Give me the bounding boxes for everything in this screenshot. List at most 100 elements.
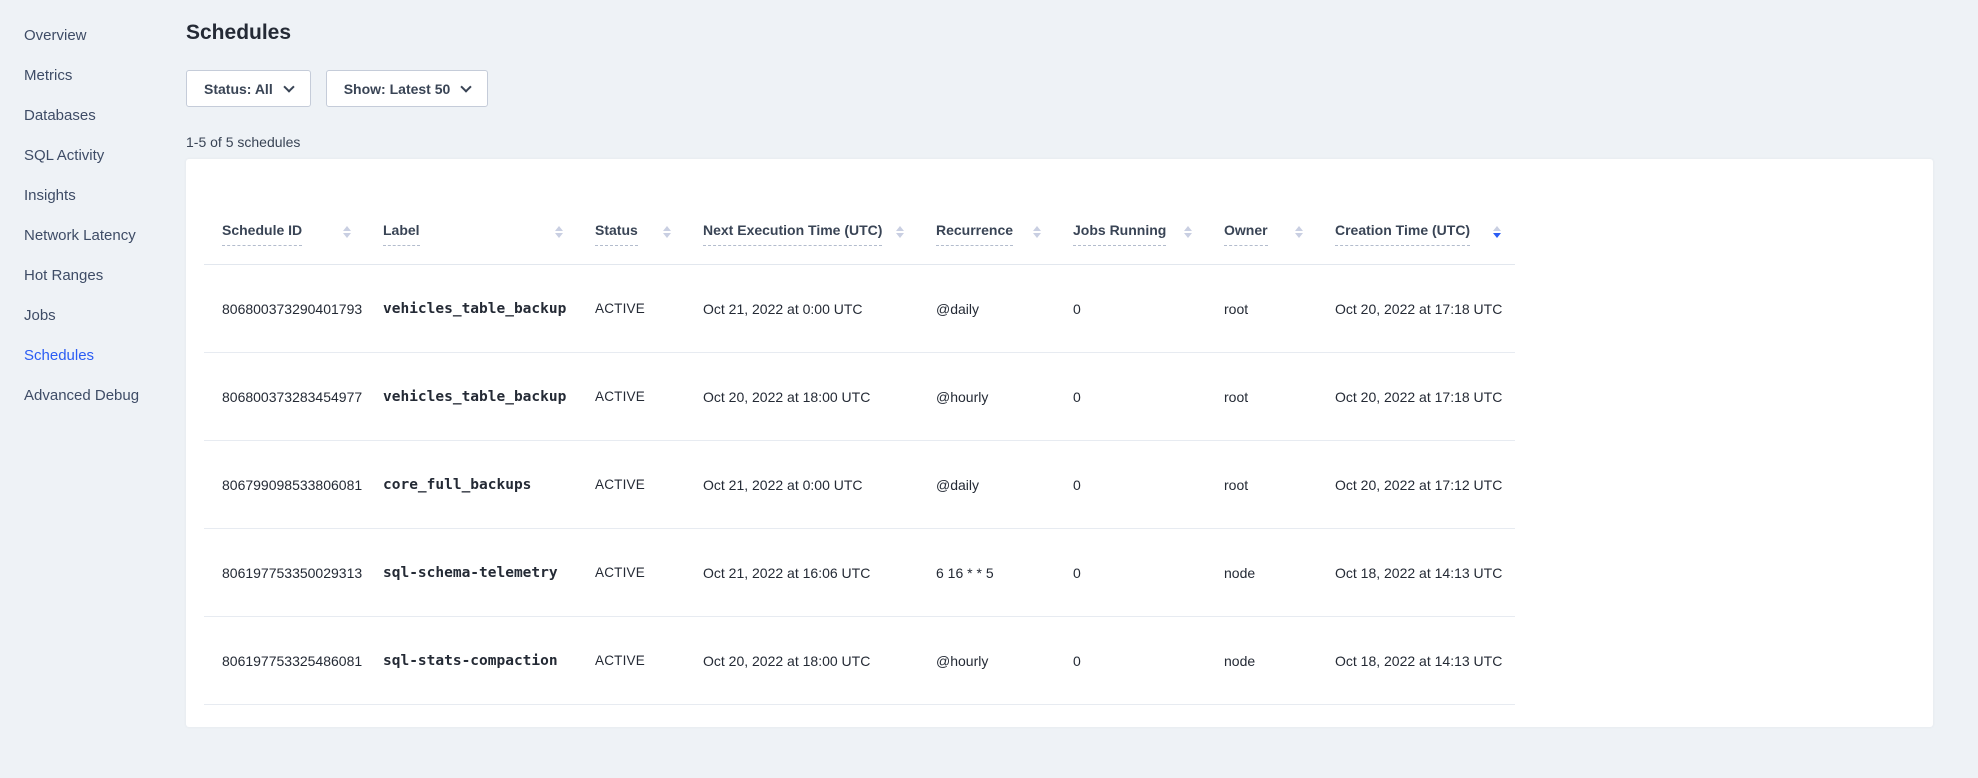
cell-schedule-id: 806197753325486081 [204,653,365,669]
results-count: 1-5 of 5 schedules [186,134,1933,150]
cell-owner: root [1206,477,1317,493]
main-content: Schedules Status: All Show: Latest 50 1-… [186,0,1978,727]
sort-arrows-icon [333,226,351,246]
column-header-label: Recurrence [936,222,1013,246]
cell-next-execution-time: Oct 21, 2022 at 0:00 UTC [685,477,918,493]
cell-jobs-running: 0 [1055,477,1206,493]
cell-owner: root [1206,301,1317,317]
column-header-label[interactable]: Label [365,222,577,264]
sort-arrows-icon [1023,226,1041,246]
sidebar-item-network-latency[interactable]: Network Latency [24,227,186,245]
sidebar-item-databases[interactable]: Databases [24,107,186,125]
cell-label: core_full_backups [365,477,577,493]
sidebar-item-insights[interactable]: Insights [24,187,186,205]
cell-creation-time: Oct 20, 2022 at 17:18 UTC [1317,301,1515,317]
sort-up-icon [555,226,563,231]
sort-down-icon [896,233,904,238]
sidebar-item-label: Schedules [24,347,94,364]
sidebar-item-label: Hot Ranges [24,267,103,284]
table-row[interactable]: 806197753325486081 sql-stats-compaction … [204,617,1515,705]
sidebar-item-advanced-debug[interactable]: Advanced Debug [24,387,186,405]
cell-status: ACTIVE [577,653,685,668]
sort-down-icon [1493,233,1501,238]
schedules-table: Schedule ID Label Status Next Execution … [204,159,1515,705]
page-title: Schedules [186,0,1933,45]
sort-arrows-icon [1285,226,1303,246]
sidebar-item-hot-ranges[interactable]: Hot Ranges [24,267,186,285]
sort-up-icon [663,226,671,231]
sort-down-icon [663,233,671,238]
column-header-next-execution-time-utc[interactable]: Next Execution Time (UTC) [685,222,918,264]
column-header-label: Next Execution Time (UTC) [703,222,882,246]
sort-down-icon [555,233,563,238]
cell-owner: root [1206,389,1317,405]
sidebar-nav: Overview Metrics Databases SQL Activity … [0,0,186,778]
column-header-status[interactable]: Status [577,222,685,264]
column-header-jobs-running[interactable]: Jobs Running [1055,222,1206,264]
column-header-label: Jobs Running [1073,222,1166,246]
cell-label: sql-schema-telemetry [365,565,577,581]
sidebar-item-schedules[interactable]: Schedules [24,347,186,365]
sort-up-icon [1295,226,1303,231]
sort-arrows-icon [886,226,904,246]
cell-recurrence: @hourly [918,389,1055,405]
sort-arrows-icon [545,226,563,246]
cell-jobs-running: 0 [1055,389,1206,405]
table-row[interactable]: 806197753350029313 sql-schema-telemetry … [204,529,1515,617]
schedules-panel: Schedule ID Label Status Next Execution … [186,159,1933,727]
sidebar-item-label: SQL Activity [24,147,104,164]
cell-label: sql-stats-compaction [365,653,577,669]
cell-creation-time: Oct 18, 2022 at 14:13 UTC [1317,653,1515,669]
sort-down-icon [343,233,351,238]
sidebar-item-label: Overview [24,27,87,44]
cell-next-execution-time: Oct 21, 2022 at 16:06 UTC [685,565,918,581]
cell-status: ACTIVE [577,301,685,316]
sort-arrows-icon [653,226,671,246]
cell-label: vehicles_table_backup [365,301,577,317]
show-filter-label: Show: Latest 50 [344,81,451,97]
cell-recurrence: @daily [918,301,1055,317]
sort-up-icon [1493,226,1501,231]
cell-creation-time: Oct 20, 2022 at 17:12 UTC [1317,477,1515,493]
column-header-schedule-id[interactable]: Schedule ID [204,222,365,264]
sort-up-icon [343,226,351,231]
table-body: 806800373290401793 vehicles_table_backup… [204,265,1515,705]
table-row[interactable]: 806800373290401793 vehicles_table_backup… [204,265,1515,353]
cell-status: ACTIVE [577,477,685,492]
cell-jobs-running: 0 [1055,565,1206,581]
status-filter-dropdown[interactable]: Status: All [186,70,311,107]
sidebar-item-sql-activity[interactable]: SQL Activity [24,147,186,165]
table-row[interactable]: 806800373283454977 vehicles_table_backup… [204,353,1515,441]
cell-next-execution-time: Oct 20, 2022 at 18:00 UTC [685,389,918,405]
sidebar-item-jobs[interactable]: Jobs [24,307,186,325]
cell-jobs-running: 0 [1055,301,1206,317]
chevron-down-icon [283,81,294,92]
table-row[interactable]: 806799098533806081 core_full_backups ACT… [204,441,1515,529]
sidebar-item-label: Metrics [24,67,72,84]
cell-schedule-id: 806800373283454977 [204,389,365,405]
show-filter-dropdown[interactable]: Show: Latest 50 [326,70,489,107]
column-header-label: Schedule ID [222,222,302,246]
column-header-label: Creation Time (UTC) [1335,222,1470,246]
column-header-label: Status [595,222,638,246]
sidebar-item-label: Network Latency [24,227,136,244]
sidebar-item-label: Databases [24,107,96,124]
sidebar-item-metrics[interactable]: Metrics [24,67,186,85]
cell-owner: node [1206,653,1317,669]
column-header-label: Owner [1224,222,1268,246]
cell-status: ACTIVE [577,565,685,580]
chevron-down-icon [461,81,472,92]
column-header-owner[interactable]: Owner [1206,222,1317,264]
cell-recurrence: @hourly [918,653,1055,669]
cell-owner: node [1206,565,1317,581]
cell-recurrence: 6 16 * * 5 [918,565,1055,581]
column-header-recurrence[interactable]: Recurrence [918,222,1055,264]
cell-creation-time: Oct 18, 2022 at 14:13 UTC [1317,565,1515,581]
sort-arrows-icon [1174,226,1192,246]
sort-down-icon [1295,233,1303,238]
sidebar-item-label: Jobs [24,307,56,324]
sidebar-item-label: Advanced Debug [24,387,139,404]
sidebar-item-overview[interactable]: Overview [24,27,186,45]
column-header-creation-time-utc[interactable]: Creation Time (UTC) [1317,222,1515,264]
filters-bar: Status: All Show: Latest 50 [186,70,1933,107]
